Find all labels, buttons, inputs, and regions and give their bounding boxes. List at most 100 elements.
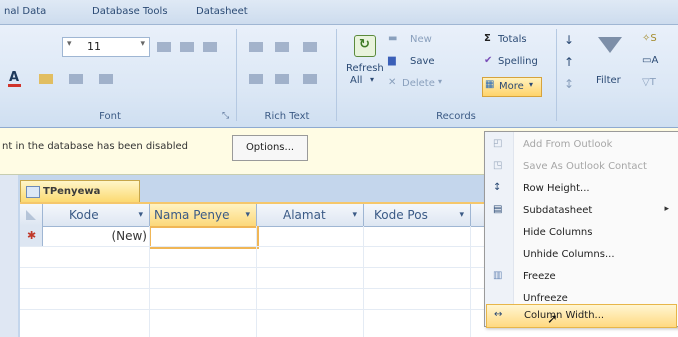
toggle-filter-icon[interactable]: ▽T — [642, 77, 656, 88]
new-record-selector[interactable]: ✱ — [20, 226, 43, 247]
spelling-button[interactable]: ✔ Spelling — [484, 55, 548, 71]
column-header-kode[interactable]: Kode ▾ — [43, 204, 150, 226]
subdatasheet-icon: ▤ — [493, 204, 503, 215]
tab-datasheet[interactable]: Datasheet — [196, 6, 248, 17]
more-button[interactable]: ▦ More ▾ — [482, 77, 542, 97]
column-header-label: Alamat — [283, 208, 326, 222]
paragraph-direction-button[interactable] — [298, 37, 322, 57]
font-dialog-launcher-icon[interactable]: ⤡ — [222, 111, 229, 121]
funnel-icon — [598, 37, 622, 53]
select-all-corner[interactable] — [20, 204, 43, 226]
font-size-dropdown-icon[interactable]: ▾ — [140, 39, 145, 49]
align-right-button[interactable] — [198, 37, 222, 57]
align-center-button[interactable] — [175, 37, 199, 57]
new-record-asterisk-icon: ✱ — [27, 229, 37, 242]
bullets-button[interactable] — [244, 69, 268, 89]
rich-text-group-label: Rich Text — [264, 111, 310, 122]
sort-buttons[interactable]: ↓ ↑ ↕ — [562, 33, 582, 99]
chevron-down-icon[interactable]: ▾ — [352, 204, 357, 226]
column-header-alamat[interactable]: Alamat ▾ — [257, 204, 364, 226]
menu-item-column-width[interactable]: ↔ Column Width... — [486, 304, 677, 328]
font-size-value: 11 — [87, 40, 101, 53]
sort-ascending-icon[interactable]: ↓ — [564, 33, 574, 47]
chevron-down-icon[interactable]: ▾ — [245, 204, 250, 226]
save-icon: ▆ — [388, 55, 396, 66]
selection-filter-icon[interactable]: ✧S — [642, 33, 657, 44]
numbering-button[interactable] — [270, 69, 294, 89]
new-record-cell[interactable]: (New) — [44, 226, 147, 246]
clear-sort-icon[interactable]: ↕ — [564, 77, 574, 91]
menu-item-unhide-columns[interactable]: Unhide Columns... — [486, 244, 677, 266]
font-color-icon: A — [9, 70, 20, 85]
column-width-icon: ↔ — [494, 309, 503, 320]
filter-label: Filter — [596, 75, 621, 86]
menu-item-hide-columns[interactable]: Hide Columns — [486, 222, 677, 244]
records-group-label: Records — [436, 111, 476, 122]
refresh-all-button[interactable]: ↻ Refresh All ▾ — [344, 29, 384, 105]
submenu-arrow-icon: ▸ — [664, 204, 669, 214]
advanced-filter-icon[interactable]: ▭A — [642, 55, 658, 66]
column-header-label: Kode Pos — [374, 208, 428, 222]
align-left-button[interactable] — [152, 37, 176, 57]
outlook-icon: ◰ — [493, 138, 503, 149]
more-label: More — [499, 81, 524, 92]
table-icon — [26, 186, 40, 198]
security-warning-text: nt in the database has been disabled — [2, 141, 188, 152]
filter-button[interactable]: Filter — [590, 31, 630, 105]
chevron-down-icon[interactable]: ▾ — [459, 204, 464, 226]
font-group-label: Font — [99, 111, 121, 122]
new-record-button[interactable]: ▬ New — [388, 33, 448, 49]
grid-line — [256, 226, 257, 337]
refresh-label: Refresh — [346, 63, 384, 74]
column-header-nama-penyewa[interactable]: Nama Penye ▾ — [150, 204, 257, 226]
delete-label: Delete — [402, 78, 435, 89]
menu-item-row-height[interactable]: ↕ Row Height... — [486, 178, 677, 200]
column-header-label: Kode — [69, 208, 99, 222]
new-record-icon: ▬ — [388, 33, 398, 44]
fill-color-button[interactable] — [34, 69, 58, 89]
navigation-pane-collapsed[interactable] — [0, 175, 18, 337]
indent-increase-button[interactable] — [270, 37, 294, 57]
sigma-icon: Σ — [484, 33, 491, 44]
grid-line — [149, 226, 150, 337]
group-separator — [556, 29, 557, 121]
save-button[interactable]: ▆ Save — [388, 55, 448, 71]
more-icon: ▦ — [485, 79, 495, 90]
gridlines-button[interactable] — [64, 69, 88, 89]
spelling-label: Spelling — [498, 56, 538, 67]
column-header-label: Nama Penye — [154, 208, 230, 222]
highlight-button[interactable] — [298, 69, 322, 89]
font-size-combo[interactable]: ▾ 11 ▾ — [62, 37, 150, 57]
delete-icon: ✕ — [388, 77, 397, 88]
indent-decrease-button[interactable] — [244, 37, 268, 57]
menu-item-freeze[interactable]: ▥ Freeze — [486, 266, 677, 288]
options-button[interactable]: Options... — [232, 135, 308, 161]
grid-line — [363, 226, 364, 337]
font-color-button[interactable]: A — [4, 69, 28, 89]
tab-database-tools[interactable]: Database Tools — [92, 6, 168, 17]
tab-external-data[interactable]: nal Data — [4, 6, 46, 17]
alternate-fill-button[interactable] — [94, 69, 118, 89]
chevron-down-icon: ▾ — [67, 39, 72, 49]
contact-icon: ◳ — [493, 160, 503, 171]
advanced-filter-buttons[interactable]: ✧S ▭A ▽T — [642, 33, 678, 99]
table-tab-tpenyewa[interactable]: TPenyewa — [20, 180, 140, 203]
freeze-icon: ▥ — [493, 270, 503, 281]
chevron-down-icon[interactable]: ▾ — [138, 204, 143, 226]
ribbon: ▾ 11 ▾ A Font ⤡ Rich Text ↻ Refresh All … — [0, 25, 678, 128]
menu-item-subdatasheet[interactable]: ▤ Subdatasheet ▸ — [486, 200, 677, 222]
table-tab-label: TPenyewa — [43, 186, 101, 197]
delete-button[interactable]: ✕ Delete ▾ — [388, 77, 454, 93]
totals-button[interactable]: Σ Totals — [484, 33, 548, 49]
sort-descending-icon[interactable]: ↑ — [564, 55, 574, 69]
chevron-down-icon: ▾ — [529, 80, 534, 89]
menu-item-save-as-outlook-contact[interactable]: ◳ Save As Outlook Contact — [486, 156, 677, 178]
row-height-icon: ↕ — [493, 182, 502, 193]
grid-line — [470, 226, 471, 337]
group-separator — [236, 29, 237, 121]
select-all-icon — [26, 210, 36, 220]
chevron-down-icon: ▾ — [370, 75, 375, 84]
chevron-down-icon: ▾ — [438, 77, 443, 86]
column-header-kode-pos[interactable]: Kode Pos ▾ — [364, 204, 471, 226]
menu-item-add-from-outlook[interactable]: ◰ Add From Outlook — [486, 134, 677, 156]
